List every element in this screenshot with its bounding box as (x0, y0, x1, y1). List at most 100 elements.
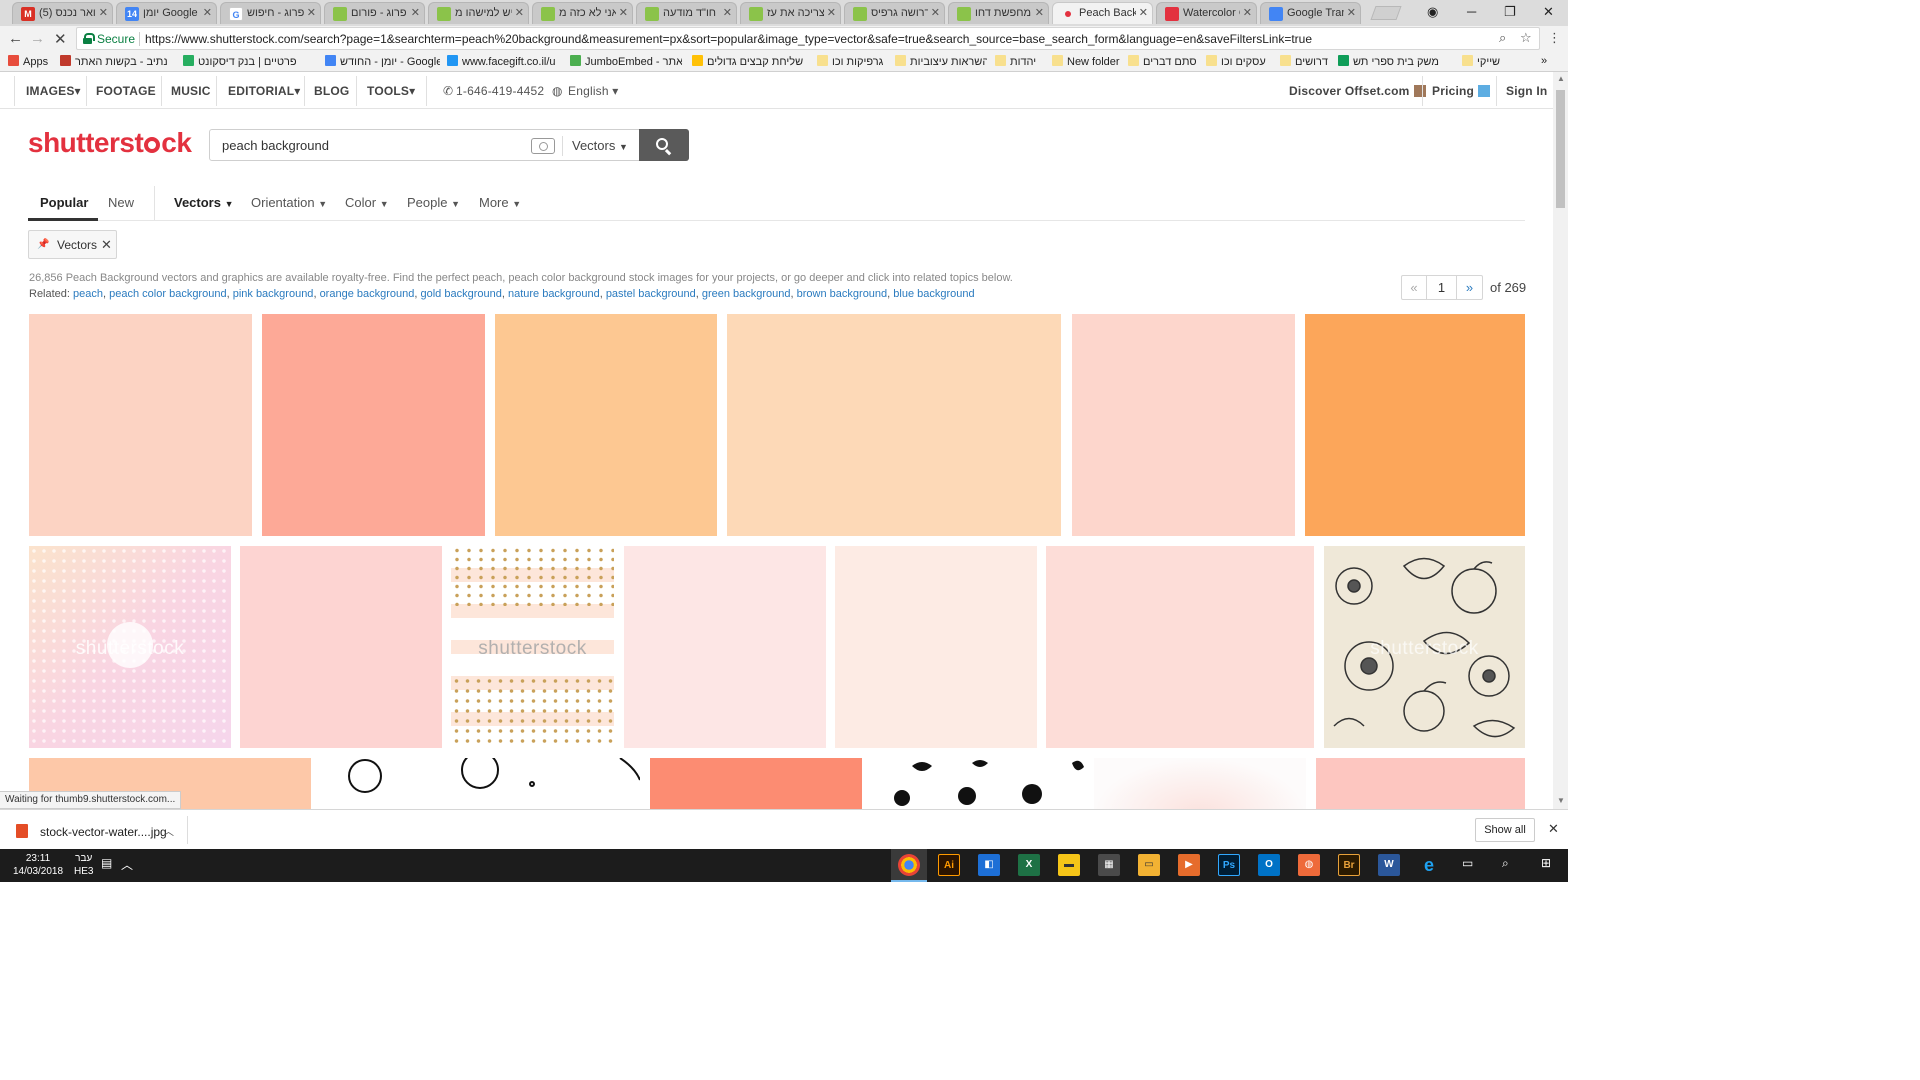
close-downloads-icon[interactable]: ✕ (1548, 821, 1559, 837)
page-scrollbar[interactable]: ▲ ▼ (1553, 72, 1568, 809)
nav-editorial[interactable]: EDITORIAL▾ (228, 84, 300, 98)
bridge-icon[interactable]: Br (1338, 854, 1360, 876)
filter-color[interactable]: Color ▼ (345, 195, 389, 210)
filter-more[interactable]: More ▼ (479, 195, 521, 210)
close-tab-icon[interactable]: ✕ (931, 6, 940, 19)
remove-filter-icon[interactable]: ✕ (101, 237, 112, 253)
prev-page-button[interactable]: « (1402, 276, 1427, 299)
result-thumbnail[interactable] (1046, 546, 1314, 748)
browser-tab[interactable]: Google Tran ✕ (1260, 2, 1361, 24)
new-tab-button[interactable] (1370, 6, 1402, 20)
related-link[interactable]: brown background (797, 288, 888, 300)
close-tab-icon[interactable]: ✕ (99, 6, 108, 19)
browser-tab[interactable]: חו"ד מודעה ✕ (636, 2, 737, 24)
filter-vectors[interactable]: Vectors ▼ (174, 195, 234, 210)
filter-orientation[interactable]: Orientation ▼ (251, 195, 327, 210)
scroll-down-icon[interactable]: ▼ (1557, 796, 1565, 805)
close-tab-icon[interactable]: ✕ (307, 6, 316, 19)
nav-sign-in[interactable]: Sign In (1506, 84, 1547, 98)
photoshop-icon[interactable]: Ps (1218, 854, 1240, 876)
bookmark-folder[interactable]: עסקים וכו (1206, 55, 1272, 69)
related-link[interactable]: gold background (420, 288, 501, 300)
bookmark-item[interactable]: JumboEmbed - אתר (570, 55, 682, 69)
chrome-icon[interactable] (898, 854, 920, 876)
task-view-icon[interactable]: ▭ (1462, 856, 1473, 870)
chevron-up-icon[interactable]: ︿ (163, 823, 174, 839)
profile-icon[interactable]: ◉ (1427, 4, 1438, 20)
nav-footage[interactable]: FOOTAGE (96, 84, 156, 98)
search-type-dropdown[interactable]: Vectors ▼ (572, 138, 628, 153)
tray-chevron-icon[interactable]: ︿ (121, 856, 133, 873)
result-thumbnail[interactable]: shutterstock (1324, 546, 1525, 748)
close-tab-icon[interactable]: ✕ (203, 6, 212, 19)
result-thumbnail[interactable] (240, 546, 442, 748)
browser-tab-active[interactable]: Peach Backg✕ (1052, 2, 1153, 24)
bookmark-item[interactable]: נתיב - בקשות האתר (60, 55, 178, 69)
notifications-icon[interactable]: ▤ (101, 856, 112, 870)
restore-icon[interactable]: ❐ (1504, 4, 1516, 20)
bookmark-folder[interactable]: סתם דברים (1128, 55, 1198, 69)
result-thumbnail[interactable] (29, 314, 252, 536)
browser-tab[interactable]: צריכה את עז ✕ (740, 2, 841, 24)
outlook-icon[interactable]: O (1258, 854, 1280, 876)
search-button[interactable] (639, 129, 689, 161)
bookmark-item[interactable]: פרטיים | בנק דיסקונט (183, 55, 303, 69)
related-link[interactable]: orange background (320, 288, 415, 300)
result-thumbnail[interactable] (262, 314, 485, 536)
nav-offset[interactable]: Discover Offset.com (1289, 84, 1426, 98)
result-thumbnail[interactable] (1316, 758, 1525, 809)
folder-icon[interactable]: ▬ (1058, 854, 1080, 876)
related-link[interactable]: pastel background (606, 288, 696, 300)
browser-tab[interactable]: יש למישהו מ ✕ (428, 2, 529, 24)
menu-icon[interactable]: ⋮ (1548, 30, 1561, 46)
store-icon[interactable]: ◧ (978, 854, 1000, 876)
bookmark-folder[interactable]: יהדות (995, 55, 1040, 69)
result-thumbnail[interactable] (1305, 314, 1525, 536)
result-thumbnail[interactable] (495, 314, 717, 536)
browser-tab[interactable]: 14 יומן Google ✕ (116, 2, 217, 24)
paint-icon[interactable]: ◍ (1298, 854, 1320, 876)
result-thumbnail[interactable] (624, 546, 826, 748)
close-window-icon[interactable]: ✕ (1543, 4, 1554, 20)
bookmark-folder[interactable]: השראות עיצוביות (895, 55, 987, 69)
related-link[interactable]: green background (702, 288, 791, 300)
download-file-name[interactable]: stock-vector-water....jpg (40, 825, 167, 839)
media-player-icon[interactable]: ▶ (1178, 854, 1200, 876)
close-tab-icon[interactable]: ✕ (411, 6, 420, 19)
zoom-icon[interactable]: ⌕ (1499, 30, 1506, 46)
search-input[interactable] (210, 130, 520, 160)
scroll-thumb[interactable] (1556, 90, 1565, 208)
language-indicator[interactable]: עבר HE3 (74, 852, 93, 878)
bookmark-item[interactable]: www.facegift.co.il/u (447, 55, 559, 69)
camera-search-icon[interactable] (531, 138, 555, 154)
nav-images[interactable]: IMAGES▾ (26, 84, 81, 98)
nav-blog[interactable]: BLOG (314, 84, 349, 98)
browser-tab[interactable]: Mדואר נכנס (5) - ail✕ (12, 2, 113, 24)
close-tab-icon[interactable]: ✕ (515, 6, 524, 19)
browser-tab[interactable]: דרושה גרפיס ✕ (844, 2, 945, 24)
internet-explorer-icon[interactable]: e (1418, 854, 1440, 876)
bookmark-folder[interactable]: דרושים (1280, 55, 1332, 69)
show-all-downloads-button[interactable]: Show all (1475, 818, 1535, 842)
close-tab-icon[interactable]: ✕ (1035, 6, 1044, 19)
result-thumbnail[interactable] (872, 758, 1084, 809)
result-thumbnail[interactable]: shutterstock (451, 546, 614, 748)
excel-icon[interactable]: X (1018, 854, 1040, 876)
nav-pricing[interactable]: Pricing (1432, 84, 1491, 98)
more-bookmarks-icon[interactable]: » (1541, 55, 1547, 69)
forward-icon[interactable]: → (30, 30, 45, 47)
result-thumbnail[interactable] (727, 314, 1061, 536)
file-explorer-icon[interactable]: ▭ (1138, 854, 1160, 876)
browser-tab[interactable]: מחפשת דחו ✕ (948, 2, 1049, 24)
browser-tab[interactable]: Watercolor C✕ (1156, 2, 1257, 24)
bookmark-item[interactable]: יומן - החודש - Google (325, 55, 440, 69)
close-tab-icon[interactable]: ✕ (1347, 6, 1356, 19)
result-thumbnail[interactable] (650, 758, 862, 809)
bookmark-item[interactable]: Apps (8, 55, 48, 69)
bookmark-star-icon[interactable]: ☆ (1520, 30, 1532, 46)
close-tab-icon[interactable]: ✕ (827, 6, 836, 19)
result-thumbnail[interactable] (835, 546, 1037, 748)
clock[interactable]: 23:11 14/03/2018 (13, 852, 63, 878)
minimize-icon[interactable]: ─ (1467, 4, 1476, 19)
related-link[interactable]: peach (73, 288, 103, 300)
